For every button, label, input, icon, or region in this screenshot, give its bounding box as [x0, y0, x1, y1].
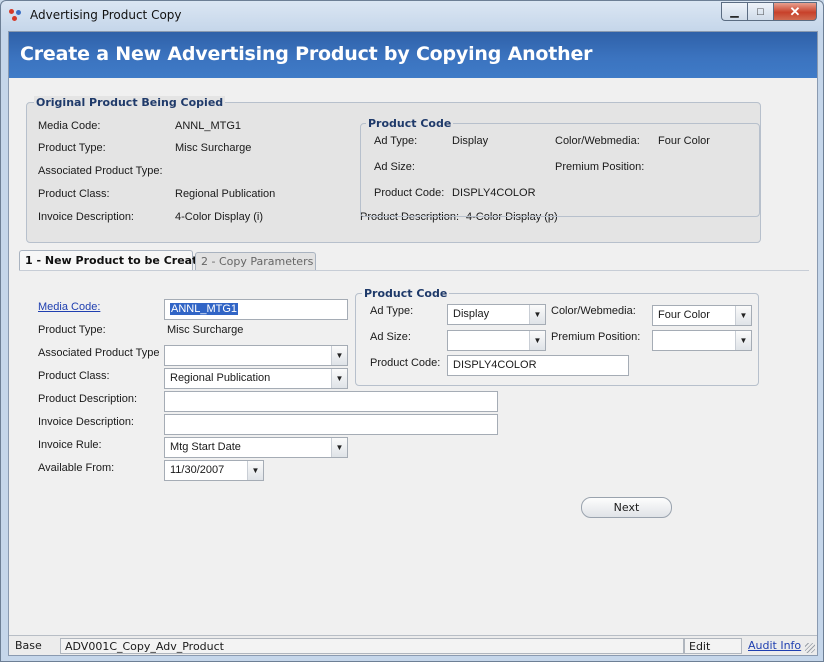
- status-base: Base: [15, 639, 42, 652]
- product-class-value: Regional Publication: [170, 372, 271, 384]
- original-product-group: Original Product Being Copied Media Code…: [26, 96, 761, 243]
- chevron-down-icon[interactable]: ▼: [735, 331, 751, 350]
- next-button[interactable]: Next: [581, 497, 672, 518]
- app-icon: [9, 9, 23, 23]
- orig-product-code-group: Product Code Ad Type: Display Color/Webm…: [360, 117, 760, 217]
- invoice-desc-input[interactable]: [164, 414, 498, 435]
- product-type-label: Product Type:: [38, 324, 106, 336]
- invoice-rule-select[interactable]: Mtg Start Date ▼: [164, 437, 348, 458]
- maximize-button[interactable]: □: [747, 2, 773, 21]
- orig-code-value: DISPLY4COLOR: [452, 187, 536, 199]
- available-from-date[interactable]: 11/30/2007 ▼: [164, 460, 264, 481]
- orig-color-label: Color/Webmedia:: [555, 135, 640, 147]
- product-type-value: Misc Surcharge: [167, 324, 244, 336]
- header-banner: Create a New Advertising Product by Copy…: [9, 32, 817, 78]
- chevron-down-icon[interactable]: ▼: [529, 305, 545, 324]
- orig-premium-label: Premium Position:: [555, 161, 645, 173]
- orig-ad-type-label: Ad Type:: [374, 135, 418, 147]
- product-desc-label: Product Description:: [38, 393, 138, 405]
- minimize-button[interactable]: ▁: [721, 2, 747, 21]
- minimize-icon: ▁: [730, 6, 739, 18]
- new-product-code-group: Product Code Ad Type: Display ▼ Color/We…: [355, 287, 759, 386]
- window-title: Advertising Product Copy: [30, 8, 182, 22]
- orig-product-code-title: Product Code: [366, 117, 454, 130]
- chevron-down-icon[interactable]: ▼: [247, 461, 263, 480]
- chevron-down-icon[interactable]: ▼: [331, 369, 347, 388]
- orig-product-class-value: Regional Publication: [175, 188, 276, 200]
- color-value: Four Color: [658, 309, 710, 321]
- chevron-down-icon[interactable]: ▼: [529, 331, 545, 350]
- client-area: Create a New Advertising Product by Copy…: [8, 31, 818, 656]
- product-class-select[interactable]: Regional Publication ▼: [164, 368, 348, 389]
- resize-grip[interactable]: [805, 643, 815, 653]
- orig-invoice-desc-label: Invoice Description:: [38, 211, 134, 223]
- app-window: Advertising Product Copy ▁ □ ✕ Create a …: [0, 0, 824, 662]
- maximize-icon: □: [757, 5, 764, 18]
- ad-type-select[interactable]: Display ▼: [447, 304, 546, 325]
- audit-info-link[interactable]: Audit Info: [744, 638, 805, 654]
- orig-product-type-label: Product Type:: [38, 142, 106, 154]
- status-program: ADV001C_Copy_Adv_Product: [60, 638, 684, 654]
- orig-color-value: Four Color: [658, 135, 710, 147]
- page-title: Create a New Advertising Product by Copy…: [20, 43, 593, 65]
- close-button[interactable]: ✕: [773, 2, 817, 21]
- orig-media-code-value: ANNL_MTG1: [175, 120, 242, 132]
- close-icon: ✕: [789, 3, 801, 19]
- orig-invoice-desc-value: 4-Color Display (i): [175, 211, 264, 223]
- available-from-label: Available From:: [38, 462, 115, 474]
- orig-ad-type-value: Display: [452, 135, 489, 147]
- chevron-down-icon[interactable]: ▼: [331, 346, 347, 365]
- orig-code-label: Product Code:: [374, 187, 445, 199]
- chevron-down-icon[interactable]: ▼: [331, 438, 347, 457]
- chevron-down-icon[interactable]: ▼: [735, 306, 751, 325]
- ad-type-label: Ad Type:: [370, 305, 414, 317]
- assoc-type-select[interactable]: ▼: [164, 345, 348, 366]
- media-code-input[interactable]: ANNL_MTG1: [164, 299, 348, 320]
- original-group-title: Original Product Being Copied: [34, 96, 226, 109]
- product-class-label: Product Class:: [38, 370, 110, 382]
- product-desc-input[interactable]: [164, 391, 498, 412]
- ad-type-value: Display: [453, 308, 490, 320]
- status-mode: Edit: [684, 638, 742, 654]
- invoice-rule-value: Mtg Start Date: [170, 441, 241, 453]
- assoc-type-label: Associated Product Type: [38, 347, 160, 359]
- tab-copy-parameters[interactable]: 2 - Copy Parameters: [195, 252, 316, 270]
- invoice-rule-label: Invoice Rule:: [38, 439, 102, 451]
- media-code-selected-text: ANNL_MTG1: [170, 303, 239, 315]
- premium-select[interactable]: ▼: [652, 330, 752, 351]
- ad-size-label: Ad Size:: [370, 331, 411, 343]
- title-bar[interactable]: Advertising Product Copy ▁ □ ✕: [1, 1, 823, 31]
- ad-size-select[interactable]: ▼: [447, 330, 546, 351]
- tab-new-product[interactable]: 1 - New Product to be Created: [19, 250, 213, 271]
- orig-ad-size-label: Ad Size:: [374, 161, 415, 173]
- orig-assoc-type-label: Associated Product Type:: [38, 165, 163, 177]
- color-label: Color/Webmedia:: [551, 305, 636, 317]
- available-from-value: 11/30/2007: [170, 464, 225, 476]
- status-bar: Base ADV001C_Copy_Adv_Product Edit Audit…: [9, 635, 817, 655]
- orig-product-type-value: Misc Surcharge: [175, 142, 252, 154]
- orig-media-code-label: Media Code:: [38, 120, 101, 132]
- premium-label: Premium Position:: [551, 331, 641, 343]
- product-code-label: Product Code:: [370, 357, 441, 369]
- tab-divider: [19, 270, 809, 271]
- invoice-desc-label: Invoice Description:: [38, 416, 134, 428]
- color-select[interactable]: Four Color ▼: [652, 305, 752, 326]
- orig-product-class-label: Product Class:: [38, 188, 110, 200]
- product-code-input[interactable]: DISPLY4COLOR: [447, 355, 629, 376]
- media-code-link[interactable]: Media Code:: [38, 301, 100, 313]
- new-product-code-title: Product Code: [362, 287, 450, 300]
